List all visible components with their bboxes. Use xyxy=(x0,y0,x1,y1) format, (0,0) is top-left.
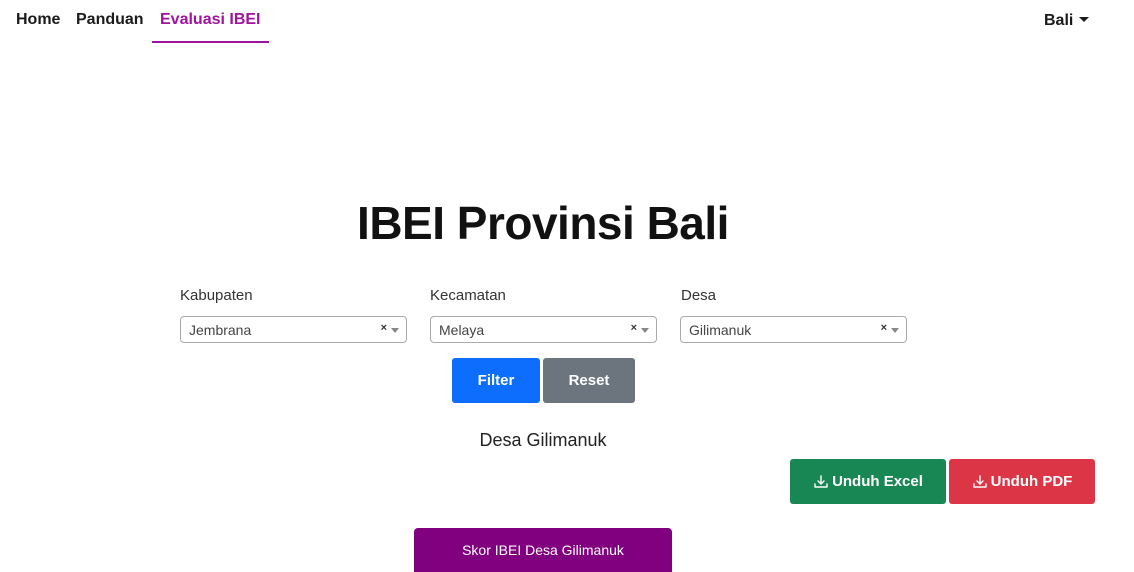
kabupaten-selected-value: Jembrana xyxy=(189,322,252,338)
download-icon xyxy=(813,474,829,490)
top-navbar: Home Panduan Evaluasi IBEI Bali xyxy=(0,0,1134,46)
download-pdf-label: Unduh PDF xyxy=(990,473,1073,490)
desa-chevron-down-icon[interactable] xyxy=(891,328,899,333)
kecamatan-clear-icon[interactable]: × xyxy=(631,322,637,334)
nav-evaluation-link[interactable]: Evaluasi IBEI xyxy=(160,11,261,29)
region-dropdown-label: Bali xyxy=(1044,12,1074,29)
kabupaten-label: Kabupaten xyxy=(180,287,253,304)
desa-label: Desa xyxy=(681,287,717,304)
kecamatan-selected-value: Melaya xyxy=(439,322,485,338)
ibei-score-button[interactable]: Skor IBEI Desa Gilimanuk xyxy=(414,528,672,572)
desa-select[interactable]: Gilimanuk × xyxy=(680,316,907,343)
nav-home-link[interactable]: Home xyxy=(16,11,60,29)
caret-down-icon xyxy=(1079,17,1090,22)
kecamatan-chevron-down-icon[interactable] xyxy=(641,328,649,333)
download-excel-label: Unduh Excel xyxy=(832,473,923,490)
page-title: IBEI Provinsi Bali xyxy=(357,197,729,249)
active-tab-indicator xyxy=(152,41,269,43)
kecamatan-label: Kecamatan xyxy=(430,287,506,304)
download-icon xyxy=(972,474,988,490)
kabupaten-select[interactable]: Jembrana × xyxy=(180,316,407,343)
desa-selected-value: Gilimanuk xyxy=(689,322,752,338)
kabupaten-chevron-down-icon[interactable] xyxy=(391,328,399,333)
desa-heading: Desa Gilimanuk xyxy=(479,430,607,450)
download-excel-button[interactable]: Unduh Excel xyxy=(790,459,946,504)
filter-button[interactable]: Filter xyxy=(452,358,540,403)
nav-guide-link[interactable]: Panduan xyxy=(76,11,144,29)
kecamatan-select[interactable]: Melaya × xyxy=(430,316,657,343)
desa-clear-icon[interactable]: × xyxy=(881,322,887,334)
download-pdf-button[interactable]: Unduh PDF xyxy=(949,459,1095,504)
reset-button[interactable]: Reset xyxy=(543,358,635,403)
kabupaten-clear-icon[interactable]: × xyxy=(381,322,387,334)
region-dropdown[interactable]: Bali xyxy=(1044,12,1090,30)
